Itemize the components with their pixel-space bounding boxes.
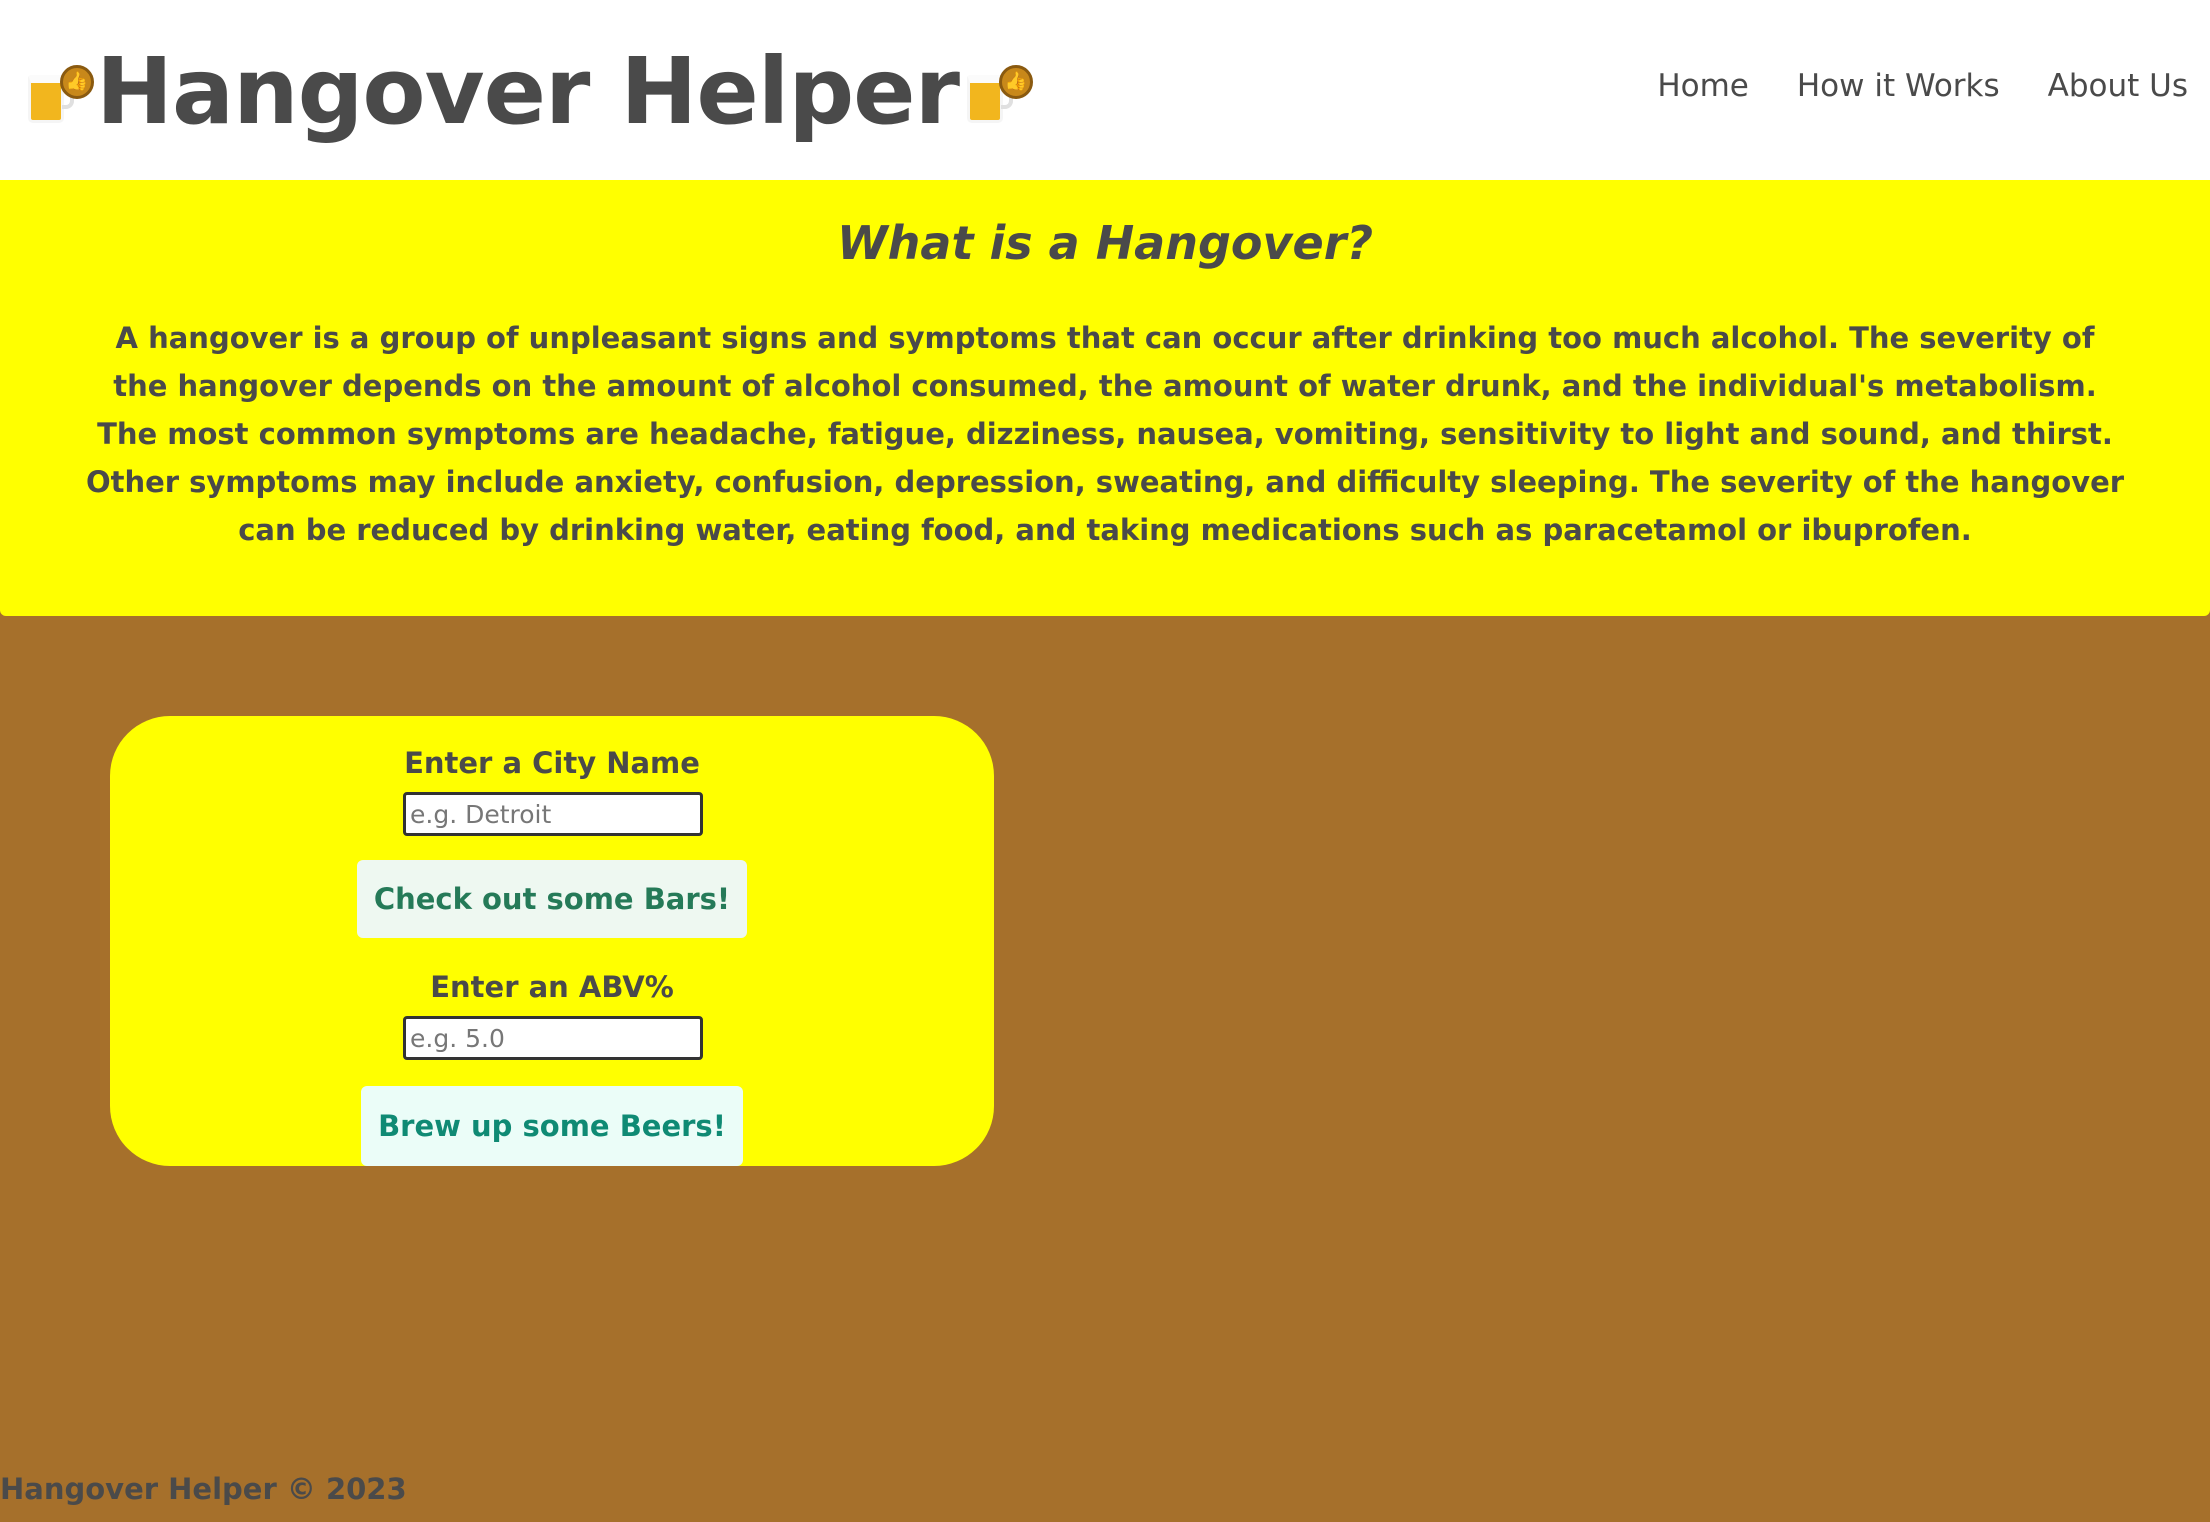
check-bars-button[interactable]: Check out some Bars! <box>357 860 747 938</box>
city-input[interactable] <box>403 792 703 836</box>
nav-link-home[interactable]: Home <box>1657 68 1749 104</box>
main-nav: Home How it Works About Us <box>1657 68 2188 104</box>
city-label: Enter a City Name <box>404 746 700 780</box>
search-form-card: Enter a City Name Check out some Bars! E… <box>110 716 994 1166</box>
site-header: 👍 Hangover Helper 👍 Home How it Works Ab… <box>0 0 2210 180</box>
abv-input[interactable] <box>403 1016 703 1060</box>
beer-mug-thumbs-up-icon: 👍 <box>961 61 1033 123</box>
footer: Hangover Helper © 2023 <box>0 1472 407 1506</box>
nav-link-how-it-works[interactable]: How it Works <box>1797 68 2000 104</box>
abv-label: Enter an ABV% <box>430 970 674 1004</box>
hero-title: What is a Hangover? <box>836 216 1374 270</box>
brew-beers-button[interactable]: Brew up some Beers! <box>361 1086 743 1166</box>
site-title: Hangover Helper <box>96 38 960 145</box>
beer-mug-thumbs-up-icon: 👍 <box>22 61 94 123</box>
hangover-info-section: What is a Hangover? A hangover is a grou… <box>0 180 2210 616</box>
brand[interactable]: 👍 Hangover Helper 👍 <box>22 42 1033 142</box>
nav-link-about-us[interactable]: About Us <box>2048 68 2188 104</box>
hero-description: A hangover is a group of unpleasant sign… <box>85 321 2125 547</box>
